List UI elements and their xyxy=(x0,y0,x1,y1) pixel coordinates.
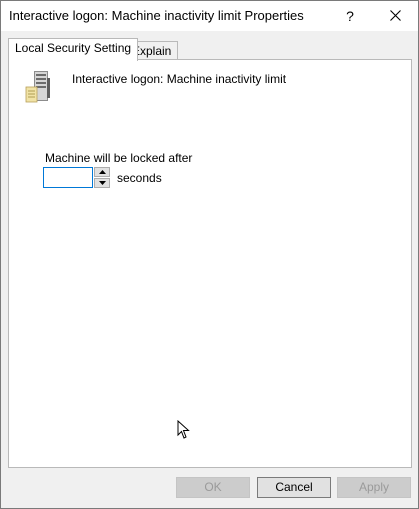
close-button[interactable] xyxy=(379,1,413,31)
mouse-cursor-icon xyxy=(177,420,190,439)
ok-button[interactable]: OK xyxy=(176,477,250,498)
close-icon xyxy=(390,10,401,21)
tab-local-security-setting[interactable]: Local Security Setting xyxy=(8,38,139,61)
server-icon xyxy=(25,71,50,103)
title-bar[interactable]: Interactive logon: Machine inactivity li… xyxy=(1,1,418,31)
chevron-down-icon xyxy=(99,181,106,185)
inactivity-seconds-input[interactable] xyxy=(43,167,93,188)
apply-button[interactable]: Apply xyxy=(337,477,411,498)
inactivity-spinner xyxy=(94,167,110,188)
window-title: Interactive logon: Machine inactivity li… xyxy=(9,8,304,23)
seconds-label: seconds xyxy=(117,171,162,185)
spin-down-button[interactable] xyxy=(94,178,110,188)
lock-after-label: Machine will be locked after xyxy=(45,151,193,165)
chevron-up-icon xyxy=(99,170,106,174)
policy-name: Interactive logon: Machine inactivity li… xyxy=(72,72,287,86)
properties-dialog: Interactive logon: Machine inactivity li… xyxy=(0,0,419,509)
tab-panel: Interactive logon: Machine inactivity li… xyxy=(8,59,412,468)
help-button[interactable]: ? xyxy=(335,1,365,31)
cancel-button[interactable]: Cancel xyxy=(257,477,331,498)
spin-up-button[interactable] xyxy=(94,167,110,177)
